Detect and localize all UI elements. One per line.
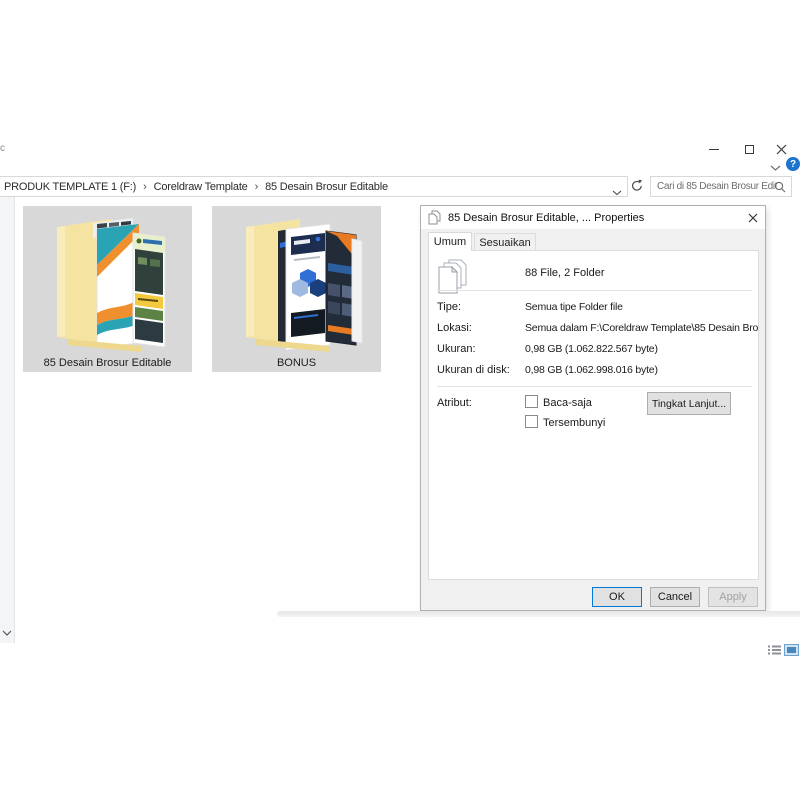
thumbnails-view-icon: [784, 644, 799, 656]
search-input-value: Cari di 85 Desain Brosur Edita...: [657, 181, 777, 192]
separator: [437, 386, 752, 387]
nav-pane-scrollbar[interactable]: [0, 197, 15, 643]
hidden-checkbox[interactable]: [525, 415, 538, 428]
search-icon: [774, 181, 786, 193]
cancel-button[interactable]: Cancel: [650, 587, 700, 607]
folder-thumbnail-85-desain: [41, 213, 175, 355]
attributes-label: Atribut:: [437, 397, 472, 409]
folder-thumbnail-bonus: [230, 213, 364, 355]
separator: [437, 290, 752, 291]
breadcrumb: PRODUK TEMPLATE 1 (F:) › Coreldraw Templ…: [0, 181, 388, 193]
refresh-icon: [630, 179, 644, 193]
tab-sesuaikan[interactable]: Sesuaikan: [474, 233, 536, 251]
dialog-title: 85 Desain Brosur Editable, ... Propertie…: [448, 212, 644, 224]
maximize-button[interactable]: [738, 141, 760, 157]
file-item-label: 85 Desain Brosur Editable: [23, 357, 192, 369]
breadcrumb-separator-icon: ›: [248, 181, 265, 193]
refresh-button[interactable]: [630, 179, 646, 195]
properties-dialog: 85 Desain Brosur Editable, ... Propertie…: [420, 205, 766, 611]
close-button[interactable]: [770, 141, 792, 157]
details-view-icon: [768, 644, 781, 656]
properties-dialog-icon: [428, 210, 441, 225]
row-label-ukuran-disk: Ukuran di disk:: [437, 364, 510, 376]
apply-button[interactable]: Apply: [708, 587, 758, 607]
ok-button[interactable]: OK: [592, 587, 642, 607]
row-label-lokasi: Lokasi:: [437, 322, 472, 334]
row-label-tipe: Tipe:: [437, 301, 461, 313]
minimize-button[interactable]: [703, 141, 725, 157]
minimize-icon: [709, 149, 719, 150]
contents-summary: 88 File, 2 Folder: [525, 267, 604, 279]
breadcrumb-item-drive[interactable]: PRODUK TEMPLATE 1 (F:): [4, 181, 136, 193]
close-icon: [748, 213, 758, 223]
dialog-close-button[interactable]: [745, 210, 761, 226]
ribbon-collapse-button[interactable]: [770, 159, 781, 177]
view-details-button[interactable]: [766, 643, 782, 657]
breadcrumb-item-folder[interactable]: Coreldraw Template: [154, 181, 248, 193]
row-label-ukuran: Ukuran:: [437, 343, 476, 355]
window-title-remnant: c: [0, 143, 5, 154]
chevron-down-icon: [612, 190, 622, 196]
readonly-checkbox[interactable]: [525, 395, 538, 408]
search-input[interactable]: Cari di 85 Desain Brosur Edita...: [650, 176, 792, 197]
address-dropdown-button[interactable]: [612, 183, 622, 201]
row-value-tipe: Semua tipe Folder file: [525, 301, 623, 313]
dialog-titlebar: 85 Desain Brosur Editable, ... Propertie…: [421, 206, 765, 229]
tab-umum[interactable]: Umum: [428, 232, 472, 251]
file-item-85-desain[interactable]: 85 Desain Brosur Editable: [23, 206, 192, 372]
help-icon: ?: [790, 159, 796, 170]
breadcrumb-item-current[interactable]: 85 Desain Brosur Editable: [265, 181, 388, 193]
chevron-down-icon: [770, 165, 781, 172]
dialog-shadow: [277, 611, 800, 617]
dialog-tab-page: 88 File, 2 Folder Tipe: Semua tipe Folde…: [428, 250, 759, 580]
row-value-ukuran: 0,98 GB (1.062.822.567 byte): [525, 343, 658, 355]
readonly-checkbox-label[interactable]: Baca-saja: [543, 397, 592, 409]
file-item-bonus[interactable]: BONUS: [212, 206, 381, 372]
scroll-down-icon[interactable]: [2, 630, 12, 637]
row-value-lokasi: Semua dalam F:\Coreldraw Template\85 Des…: [525, 322, 759, 334]
view-thumbnails-button[interactable]: [783, 643, 799, 657]
address-bar[interactable]: PRODUK TEMPLATE 1 (F:) › Coreldraw Templ…: [0, 176, 628, 197]
maximize-icon: [745, 145, 754, 154]
help-button[interactable]: ?: [786, 157, 800, 171]
hidden-checkbox-label[interactable]: Tersembunyi: [543, 417, 605, 429]
screenshot-root: c ? PRODUK TEMPLATE 1 (F:) › Coreldraw T…: [0, 0, 800, 800]
advanced-button[interactable]: Tingkat Lanjut...: [647, 392, 731, 415]
breadcrumb-separator-icon: ›: [136, 181, 153, 193]
close-icon: [776, 144, 787, 155]
row-value-ukuran-disk: 0,98 GB (1.062.998.016 byte): [525, 364, 658, 376]
file-item-label: BONUS: [212, 357, 381, 369]
